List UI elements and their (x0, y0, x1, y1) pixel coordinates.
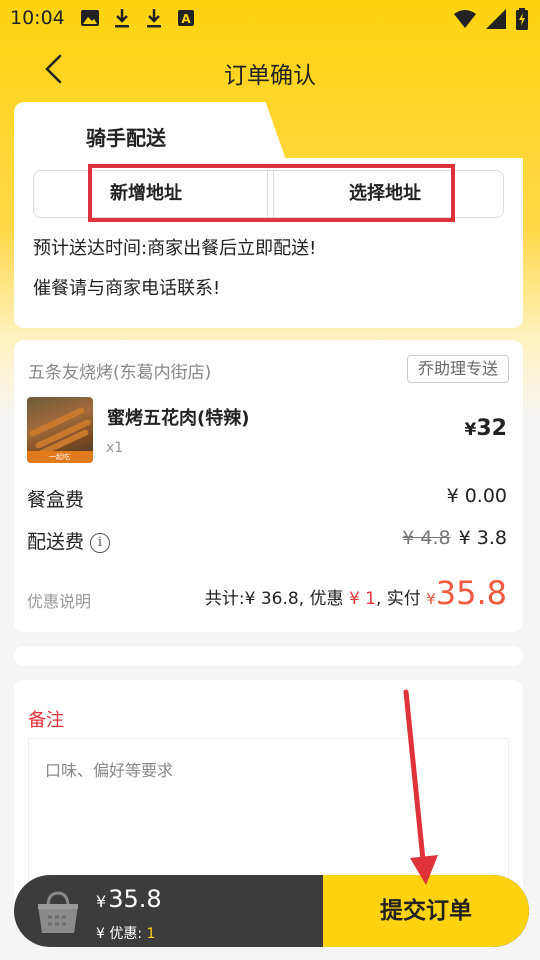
eta-text: 预计送达时间:商家出餐后立即配送! (33, 238, 317, 259)
font-icon: A (178, 10, 194, 26)
battery-charging-icon (516, 8, 528, 30)
annotation-highlight-box (88, 164, 455, 222)
nav-bar: 订单确认 (0, 40, 540, 100)
wifi-icon (454, 10, 476, 28)
delivery-fee-row: 配送费 i (27, 527, 111, 554)
store-name: 五条友烧烤(东葛内街店) (28, 363, 212, 383)
bottom-total: ¥35.8 (96, 885, 162, 913)
currency-symbol: ¥ (464, 420, 477, 440)
tab-slant (252, 102, 286, 160)
delivery-fee-value: ¥ 3.8 (458, 527, 507, 549)
basket-icon[interactable] (34, 889, 82, 935)
signal-icon (486, 9, 506, 29)
discount-amount: ¥ 1 (348, 589, 376, 609)
submit-order-button[interactable]: 提交订单 (323, 875, 529, 947)
total-amount: ¥ 36.8 (244, 589, 299, 609)
download-icon (115, 9, 129, 28)
discount-label: ¥ 优惠: (96, 926, 143, 942)
checkout-bar: ¥35.8 ¥ 优惠: 1 提交订单 (14, 875, 529, 947)
food-name: 蜜烤五花肉(特辣) (107, 408, 250, 429)
delivery-fee-label: 配送费 (27, 531, 85, 553)
image-icon (81, 10, 99, 26)
info-icon[interactable]: i (90, 533, 111, 553)
food-quantity: x1 (106, 440, 124, 456)
tab-label: 骑手配送 (86, 126, 166, 150)
bottom-discount: ¥ 优惠: 1 (96, 923, 155, 943)
paid-symbol: ¥ (426, 590, 436, 608)
contact-text: 催餐请与商家电话联系! (33, 278, 221, 299)
order-summary: 共计:¥ 36.8, 优惠 ¥ 1, 实付 ¥35.8 (205, 574, 507, 612)
box-fee-label: 餐盒费 (27, 489, 85, 511)
paid-amount: 35.8 (435, 574, 507, 612)
thumb-tag: 一起吃 (49, 453, 70, 461)
discount-description-link[interactable]: 优惠说明 (27, 588, 91, 612)
box-fee-value: ¥ 0.00 (446, 485, 507, 507)
currency-symbol: ¥ (96, 892, 107, 911)
food-price: ¥32 (465, 416, 507, 441)
order-card: 五条友烧烤(东葛内街店) 乔助理专送 一起吃 蜜烤五花肉(特辣) x1 ¥32 … (14, 340, 523, 632)
svg-text:A: A (181, 12, 191, 26)
delivery-fee-original: ¥ 4.8 (402, 527, 451, 549)
remark-title: 备注 (28, 710, 64, 731)
delivery-card: 骑手配送 新增地址 选择地址 预计送达时间:商家出餐后立即配送! 催餐请与商家电… (14, 102, 523, 328)
price-value: 32 (476, 416, 507, 441)
discount-prefix: , 优惠 (298, 589, 344, 609)
system-icons (454, 8, 528, 30)
paid-prefix: , 实付 (375, 589, 421, 609)
food-thumbnail: 一起吃 (27, 397, 93, 463)
delivery-badge: 乔助理专送 (406, 355, 509, 383)
tab-rider-delivery[interactable]: 骑手配送 (14, 102, 262, 160)
bottom-total-value: 35.8 (108, 885, 162, 913)
status-bar: 10:04 A (0, 0, 540, 36)
discount-value: 1 (146, 926, 156, 942)
download-icon (147, 9, 161, 28)
page-title: 订单确认 (224, 63, 316, 89)
notification-icons: A (80, 7, 196, 29)
delivery-fee-values: ¥ 4.8 ¥ 3.8 (402, 527, 507, 549)
total-prefix: 共计: (204, 589, 245, 609)
remark-placeholder: 口味、偏好等要求 (45, 761, 174, 780)
status-time: 10:04 (10, 7, 65, 29)
blank-card (14, 646, 523, 666)
